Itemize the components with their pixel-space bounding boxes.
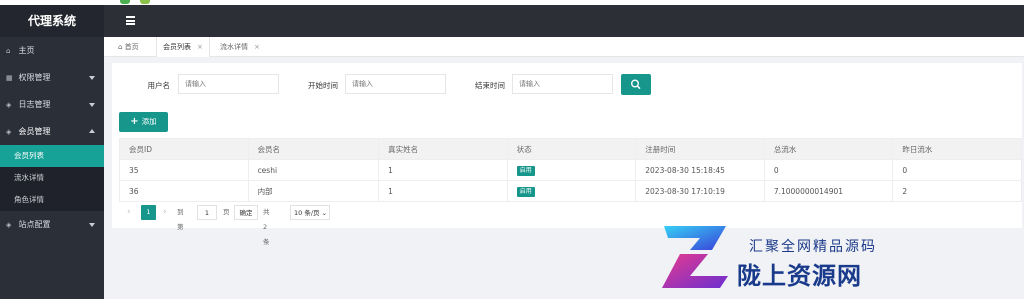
sidebar-subitem-role-details[interactable]: 角色详情	[0, 189, 104, 211]
end-time-input[interactable]	[512, 74, 613, 94]
per-page-value: 10 条/页	[294, 209, 320, 217]
close-icon[interactable]: ×	[254, 43, 260, 51]
status-badge: 启用	[516, 186, 535, 197]
end-time-label: 结束时间	[475, 81, 505, 90]
tab-label: 会员列表	[163, 43, 191, 51]
layers-icon: ◈	[6, 221, 12, 229]
sidebar-submenu: 会员列表 流水详情 角色详情	[0, 145, 104, 211]
layers-icon: ◈	[6, 128, 12, 136]
cell-reg-time: 2023-08-30 15:18:45	[635, 159, 765, 181]
watermark-brand: 陇上资源网	[737, 262, 862, 290]
app-title: 代理系统	[0, 5, 104, 37]
sidebar-item-home[interactable]: ⌂ 主页	[0, 37, 104, 64]
column-header[interactable]: 会员ID	[119, 138, 249, 160]
tab-label: 首页	[124, 43, 139, 51]
cell-status: 启用	[506, 159, 637, 181]
watermark-tagline: 汇聚全网精品源码	[749, 239, 877, 255]
column-header[interactable]: 注册时间	[635, 138, 765, 160]
sidebar-item-site-config[interactable]: ◈ 站点配置	[0, 211, 104, 238]
table-row[interactable]: 35 ceshi 1 启用 2023-08-30 15:18:45 0 0	[119, 159, 1022, 181]
confirm-button[interactable]: 确定	[234, 205, 258, 220]
column-header[interactable]: 会员名	[247, 138, 380, 160]
tab-home[interactable]: ⌂ 首页	[112, 37, 145, 57]
cell-name: ceshi	[247, 159, 380, 181]
cell-name: 内部	[247, 180, 380, 202]
home-icon: ⌂	[6, 47, 11, 55]
sidebar-item-permissions[interactable]: ▦ 权限管理	[0, 64, 104, 91]
sidebar-subitem-flow-details[interactable]: 流水详情	[0, 167, 104, 189]
status-dot	[140, 0, 150, 4]
chevron-down-icon	[89, 223, 95, 227]
main-panel: 用户名 开始时间 结束时间 +添加 会员ID 会员名 真实姓名 状态 注册时间 …	[112, 63, 1022, 246]
cell-real-name: 1	[378, 180, 508, 202]
column-header[interactable]: 昨日流水	[892, 138, 1022, 160]
sidebar-item-members[interactable]: ◈ 会员管理	[0, 118, 104, 145]
grid-icon: ▦	[6, 74, 13, 82]
page-unit: 页	[223, 208, 230, 216]
cell-total: 7.1000000014901	[763, 180, 894, 202]
menu-toggle-icon[interactable]	[126, 16, 135, 25]
status-badge: 启用	[516, 165, 535, 176]
chevron-down-icon	[89, 76, 95, 80]
tab-bar: ⌂ 首页 会员列表 × 流水详情 ×	[104, 37, 1024, 57]
sidebar-item-label: 会员管理	[18, 127, 51, 136]
cell-reg-time: 2023-08-30 17:10:19	[635, 180, 765, 202]
total-count: 共 2 条	[263, 208, 270, 246]
tab-label: 流水详情	[220, 43, 248, 51]
watermark-logo-icon	[662, 226, 728, 288]
cell-status: 启用	[506, 180, 637, 202]
sidebar-item-label: 主页	[18, 46, 35, 55]
search-icon	[630, 79, 641, 89]
current-page[interactable]: 1	[141, 205, 156, 220]
cell-total: 0	[763, 159, 894, 181]
start-time-label: 开始时间	[308, 81, 338, 90]
tab-member-list[interactable]: 会员列表 ×	[156, 37, 210, 57]
username-label: 用户名	[147, 81, 171, 90]
username-input[interactable]	[178, 74, 279, 94]
next-page-icon[interactable]: ›	[163, 205, 167, 220]
start-time-input[interactable]	[345, 74, 446, 94]
plus-icon: +	[130, 116, 139, 127]
home-icon: ⌂	[118, 43, 125, 51]
search-button[interactable]	[621, 74, 651, 95]
cell-id: 36	[119, 180, 249, 202]
top-bar	[104, 5, 1024, 37]
chevron-down-icon: ⌄	[321, 209, 328, 217]
sidebar-item-label: 站点配置	[18, 220, 51, 229]
goto-label: 到第	[177, 208, 184, 231]
chevron-up-icon	[89, 129, 95, 133]
table-row[interactable]: 36 内部 1 启用 2023-08-30 17:10:19 7.1000000…	[119, 180, 1022, 202]
column-header[interactable]: 总流水	[763, 138, 894, 160]
column-header[interactable]: 真实姓名	[378, 138, 508, 160]
tab-flow-details[interactable]: 流水详情 ×	[214, 37, 266, 57]
close-icon[interactable]: ×	[197, 43, 203, 51]
status-dot	[120, 0, 130, 4]
chevron-down-icon	[89, 103, 95, 107]
sidebar-item-label: 权限管理	[18, 73, 51, 82]
per-page-select[interactable]: 10 条/页 ⌄	[290, 205, 330, 220]
add-button[interactable]: + 添加	[119, 112, 168, 132]
column-header[interactable]: 状态	[506, 138, 637, 160]
sidebar-subitem-member-list[interactable]: 会员列表	[0, 145, 104, 167]
sidebar-item-logs[interactable]: ◈ 日志管理	[0, 91, 104, 118]
page-input[interactable]: 1	[197, 205, 217, 220]
prev-page-icon[interactable]: ‹	[127, 205, 131, 220]
member-table: 会员ID 会员名 真实姓名 状态 注册时间 总流水 昨日流水 35 ceshi …	[119, 138, 1022, 202]
add-button-label: 添加	[141, 117, 157, 126]
cell-yesterday: 2	[892, 180, 1022, 202]
sidebar-item-label: 日志管理	[18, 100, 51, 109]
cell-yesterday: 0	[892, 159, 1022, 181]
cell-real-name: 1	[378, 159, 508, 181]
cell-id: 35	[119, 159, 249, 181]
layers-icon: ◈	[6, 101, 12, 109]
sidebar: 代理系统 ⌂ 主页 ▦ 权限管理 ◈ 日志管理 ◈ 会员管理 会员列表 流水详情…	[0, 5, 104, 299]
table-header-row: 会员ID 会员名 真实姓名 状态 注册时间 总流水 昨日流水	[119, 138, 1022, 160]
